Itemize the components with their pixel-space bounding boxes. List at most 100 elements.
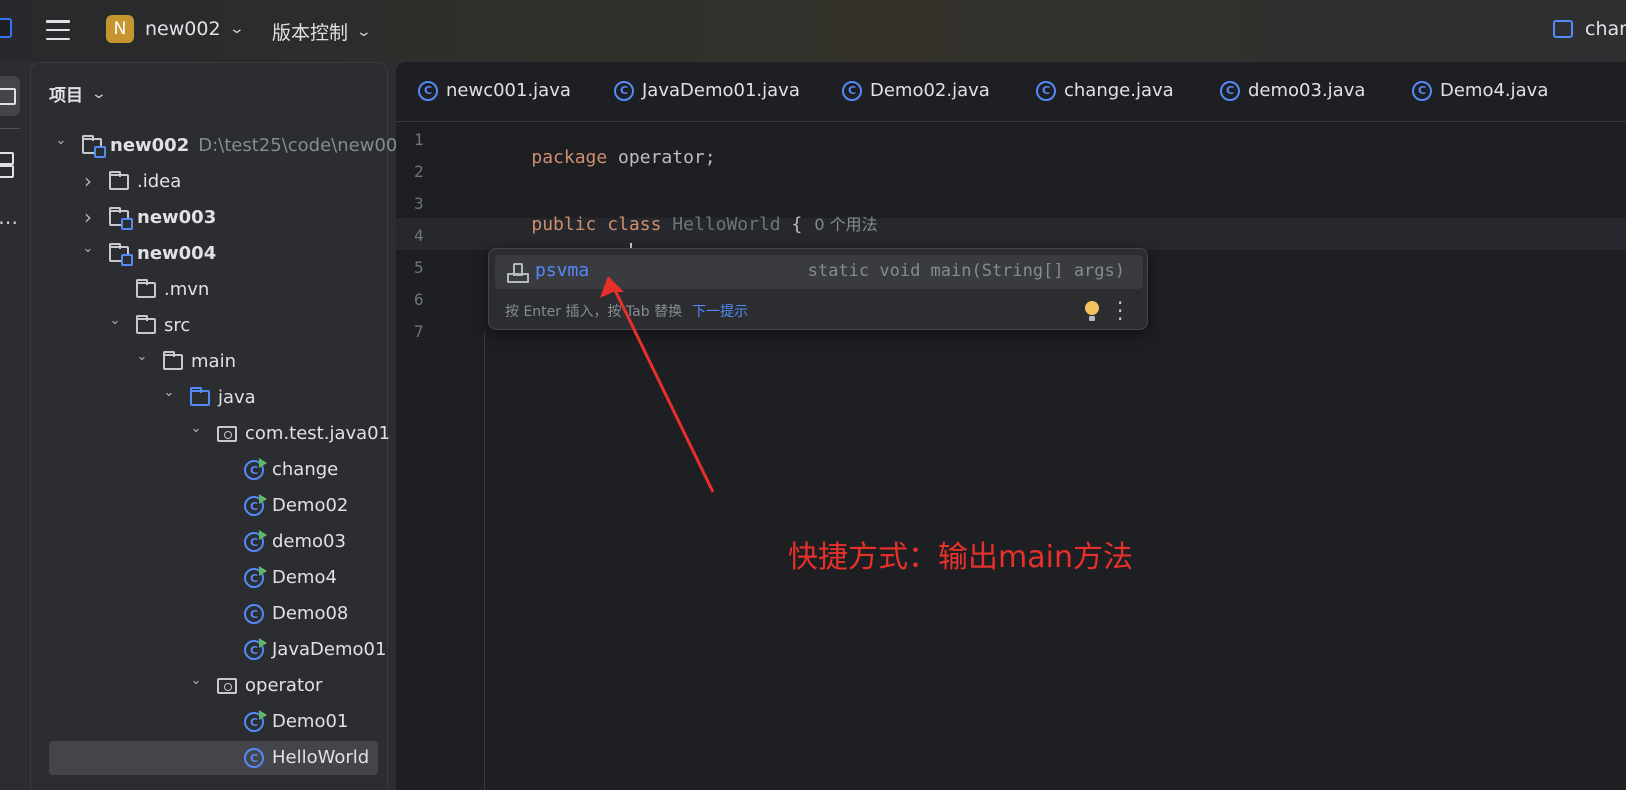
completion-name: psvma [535,260,590,281]
more-tools-icon[interactable]: ⋯ [0,210,19,234]
tree-item-new003[interactable]: › new003 [31,201,387,235]
chevron-right-icon[interactable]: › [82,171,94,191]
editor-tab-label: JavaDemo01.java [642,80,800,101]
tree-item-demo02[interactable]: C Demo02 [31,489,387,523]
runnable-class-icon: C [244,566,267,588]
chevron-down-icon[interactable]: ⌄ [190,674,202,687]
tree-item-src[interactable]: ⌄ src [31,309,387,343]
tree-item-javademo01[interactable]: C JavaDemo01 [31,633,387,667]
run-config-icon [1553,20,1573,38]
tree-item-label: Demo08 [272,603,349,624]
class-icon: C [418,80,438,101]
tree-item-java[interactable]: ⌄ java [31,381,387,415]
tree-item-label: new002 D:\test25\code\new002 [110,135,409,156]
tree-item-change[interactable]: Cchange [31,453,387,487]
class-name: HelloWorld [672,214,781,235]
chevron-down-icon[interactable]: ⌄ [190,422,202,435]
title-bar: N new002 ⌄ 版本控制 ⌄ chan [0,0,1626,62]
class-icon: C [244,748,264,768]
code-editor: Cnewc001.java C JavaDemo01.java C Demo02.jav… [396,62,1626,790]
vcs-label: 版本控制 [272,22,349,44]
tree-item-label: Demo02 [272,495,349,516]
tree-item-label: HelloWorld [272,747,370,768]
editor-tab[interactable]: Cchange.java [1036,80,1174,101]
completion-footer: 按 Enter 插入，按 Tab 替换 下一提示 [505,301,748,321]
tree-item-demo01[interactable]: C Demo01 [31,705,387,739]
line-number: 7 [414,322,424,341]
tree-item-demo4[interactable]: C Demo4 [31,561,387,595]
next-tip-link[interactable]: 下一提示 [692,304,748,320]
tree-item-label: java [218,387,256,408]
editor-tab[interactable]: C Demo4.java [1412,80,1548,101]
runnable-class-icon: C [244,458,267,480]
annotation-text: 快捷方式：输出main方法 [788,540,1133,575]
tree-item--idea[interactable]: › .idea [31,165,387,199]
editor-tab[interactable]: C JavaDemo01.java [614,80,800,101]
usages-hint[interactable]: 0 个用法 [814,215,877,234]
class-icon: C [1412,80,1432,101]
project-view-selector[interactable]: 项目 ⌄ [49,81,108,107]
package-icon [217,426,237,442]
app-logo-icon[interactable] [0,18,12,38]
run-configuration-selector[interactable]: chan [1553,18,1626,40]
tree-item-new004[interactable]: ⌄ new004 [31,237,387,271]
editor-tab[interactable]: Cnewc001.java [418,80,571,101]
folder-icon [109,171,129,190]
runnable-class-icon: C [244,530,267,552]
editor-tab-bar: Cnewc001.java C JavaDemo01.java C Demo02.jav… [396,62,1626,122]
tree-item-label: JavaDemo01 [272,639,387,660]
tree-item-new002[interactable]: ⌄ new002 D:\test25\code\new002 [31,129,409,163]
structure-tool-icon[interactable] [0,152,14,178]
project-panel: 项目 ⌄ ⌄ new002 D:\test25\code\new002 › .idea ›… [30,62,409,790]
completion-description: static void main(String[] args) [807,261,1125,281]
project-badge: N [106,15,134,43]
chevron-down-icon[interactable]: ⌄ [82,242,94,255]
tree-item--mvn[interactable]: .mvn [31,273,387,307]
completion-popup: psvma static void main(String[] args) 按 … [488,248,1148,330]
line-number: 1 [414,130,424,149]
tree-item-label: new003 [137,207,217,228]
runnable-class-icon: C [244,710,267,732]
chevron-down-icon: ⌄ [90,85,108,102]
tree-item-com-test-java01[interactable]: ⌄ com.test.java01 [31,417,391,451]
editor-tab[interactable]: C Demo02.java [842,80,990,101]
tree-item-helloworld[interactable]: C HelloWorld [49,741,378,775]
chevron-right-icon[interactable]: › [82,207,94,227]
editor-tab-label: Demo02.java [870,80,990,101]
strip-divider [0,128,20,129]
tree-item-label: new004 [137,243,217,264]
folder-icon [163,351,183,370]
tree-item-label: change [272,459,339,480]
chevron-down-icon[interactable]: ⌄ [109,314,121,327]
runnable-class-icon: C [244,494,267,516]
line-number: 5 [414,258,424,277]
completion-item[interactable]: psvma static void main(String[] args) [495,255,1143,289]
chevron-down-icon[interactable]: ⌄ [136,350,148,363]
vcs-menu[interactable]: 版本控制 ⌄ [272,18,372,45]
module-folder-icon [109,243,133,266]
folder-icon [136,315,156,334]
line-number: 4 [414,226,424,245]
module-folder-icon [109,207,133,230]
tree-item-operator[interactable]: ⌄ operator [31,669,387,703]
tree-item-path: D:\test25\code\new002 [198,135,409,156]
folder-icon [136,279,156,298]
tree-item-demo08[interactable]: C Demo08 [31,597,387,631]
main-menu-icon[interactable] [44,16,72,44]
code-line-1[interactable]: package operator; [488,126,715,189]
tree-item-label: Demo01 [272,711,349,732]
gutter-separator [484,332,485,790]
editor-tab[interactable]: Cdemo03.java [1220,80,1365,101]
chevron-down-icon[interactable]: ⌄ [55,134,67,147]
editor-tab-label: Demo4.java [1440,80,1549,101]
project-name: new002 [145,18,221,40]
project-tool-icon[interactable] [0,76,20,116]
chevron-down-icon[interactable]: ⌄ [163,386,175,399]
project-switcher[interactable]: N new002 ⌄ [106,15,245,43]
lightbulb-icon[interactable] [1085,301,1099,323]
tree-item-main[interactable]: ⌄ main [31,345,387,379]
tree-item-label: .idea [137,171,182,192]
tree-item-demo03[interactable]: Cdemo03 [31,525,387,559]
class-icon: C [842,80,862,101]
more-vertical-icon[interactable]: · · · [1117,293,1123,329]
